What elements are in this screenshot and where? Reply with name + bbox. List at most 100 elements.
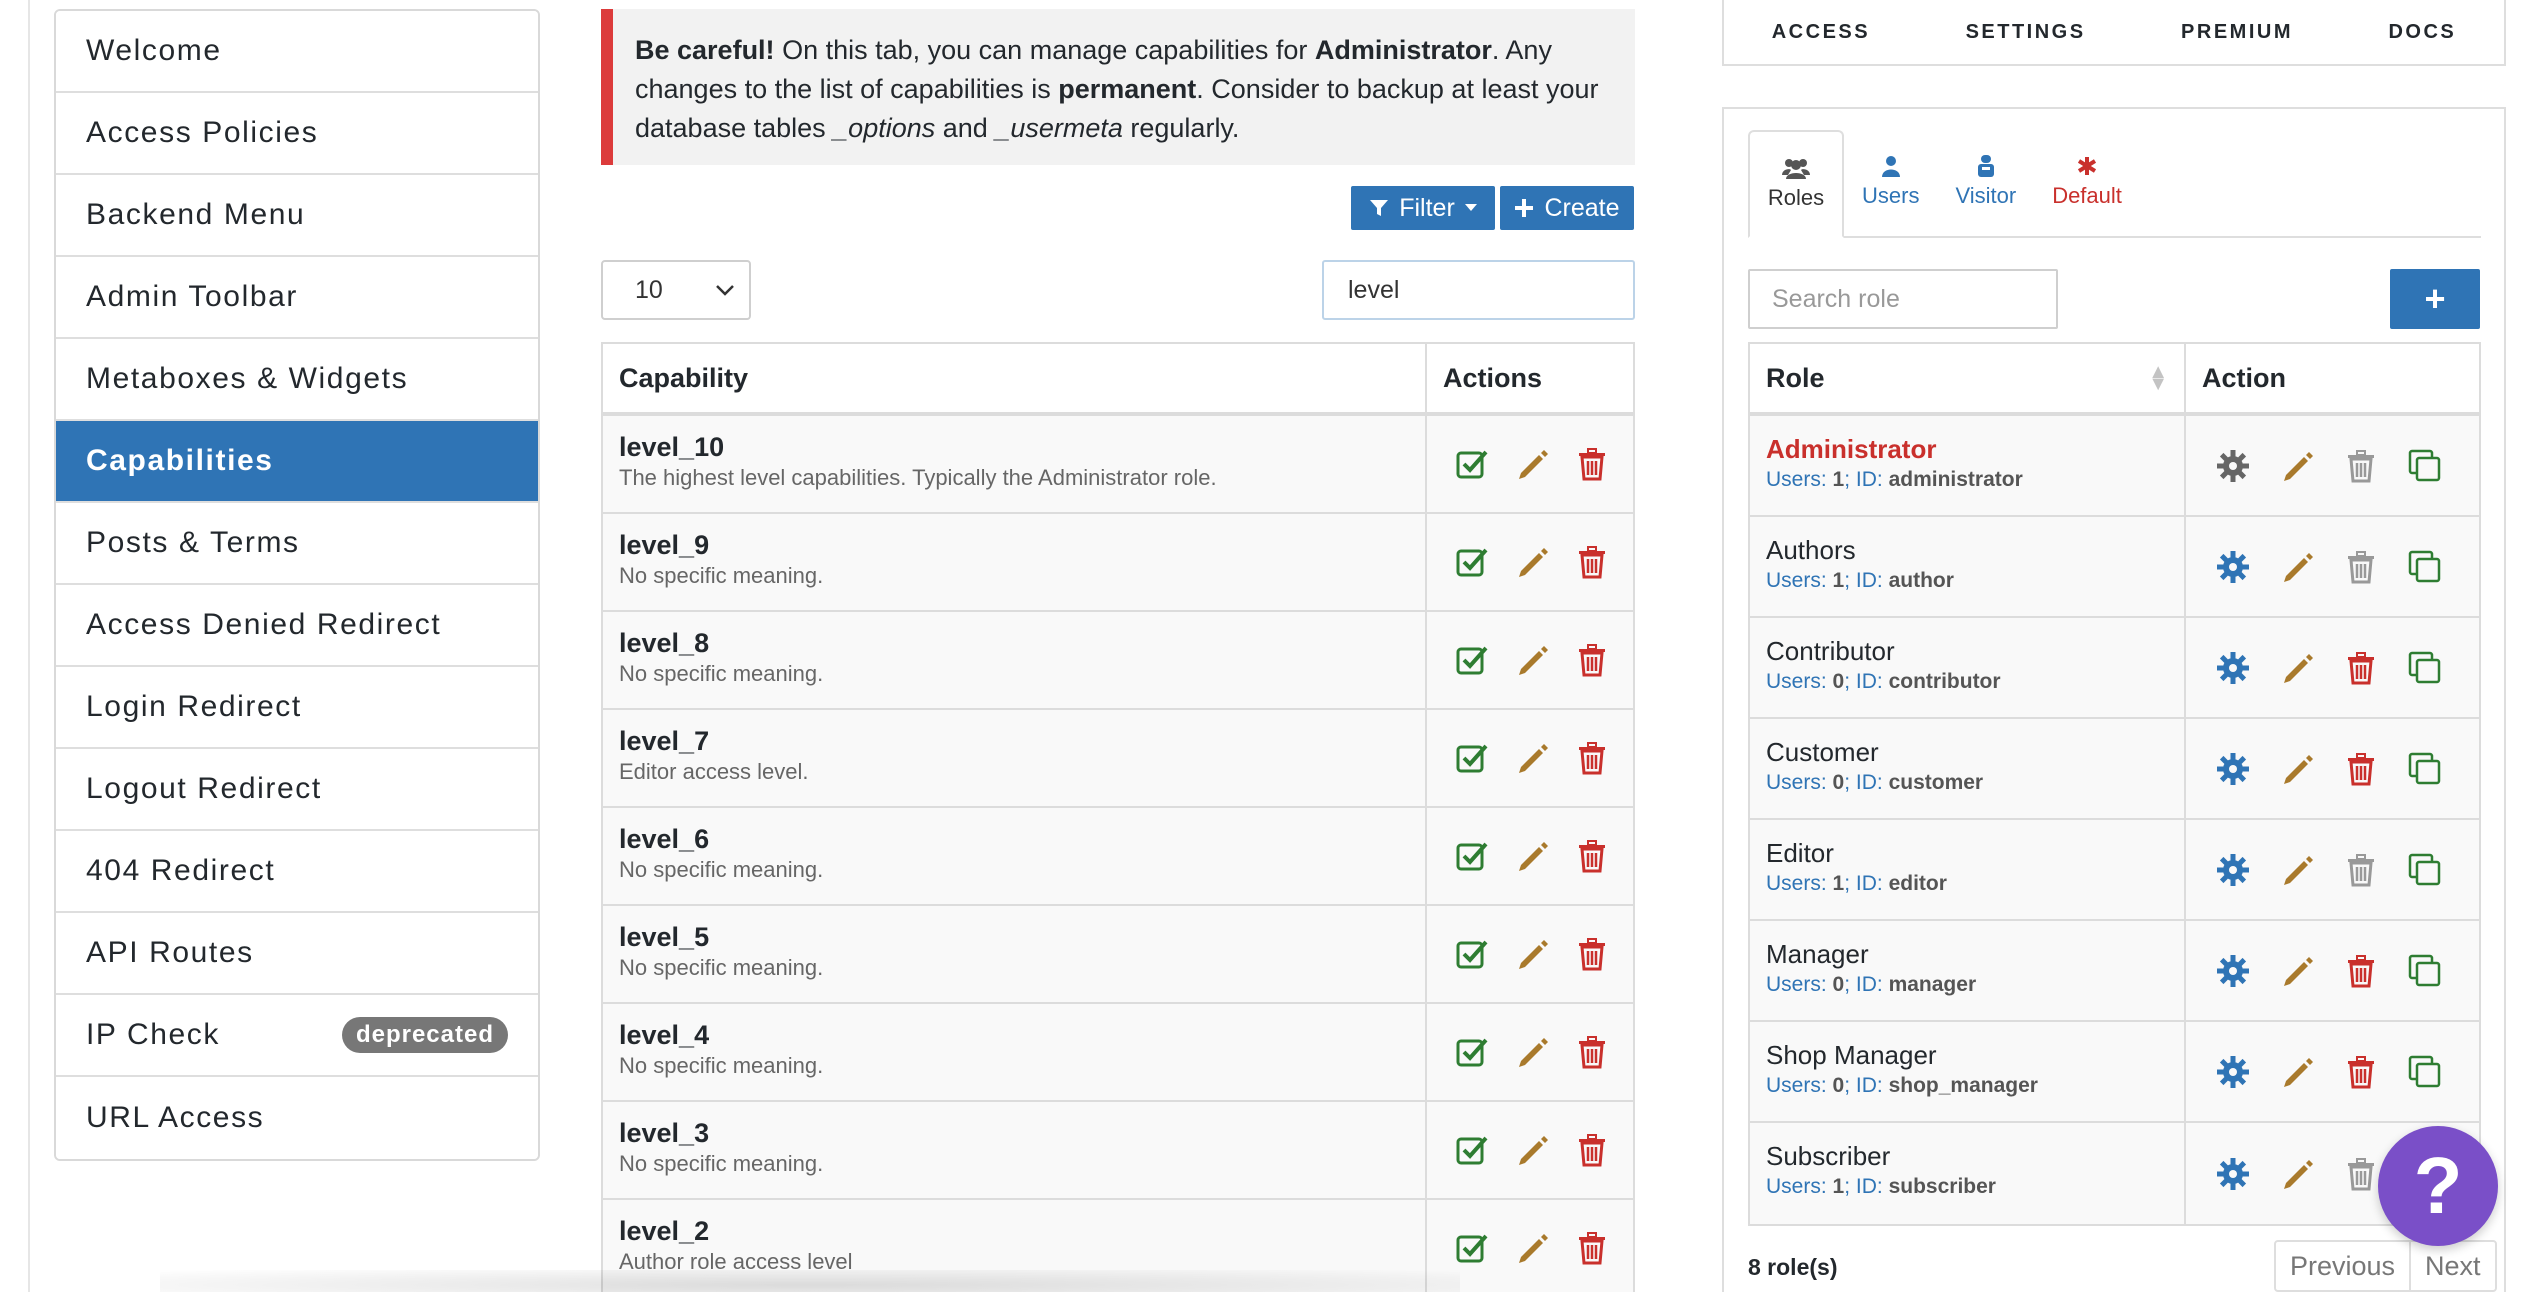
clone-icon[interactable] [2408, 853, 2442, 887]
create-button[interactable]: Create [1500, 186, 1634, 230]
pencil-icon[interactable] [2280, 1055, 2314, 1089]
nav-item-admin-toolbar[interactable]: Admin Toolbar [56, 257, 538, 339]
check-square-icon[interactable] [1455, 545, 1489, 579]
pencil-icon[interactable] [1515, 741, 1549, 775]
nav-item-url-access[interactable]: URL Access [56, 1077, 538, 1159]
tab-users[interactable]: Users [1844, 128, 1937, 236]
pencil-icon[interactable] [2280, 449, 2314, 483]
nav-item-capabilities[interactable]: Capabilities [56, 421, 538, 503]
nav-item-access-policies[interactable]: Access Policies [56, 93, 538, 175]
pencil-icon[interactable] [1515, 447, 1549, 481]
nav-item-welcome[interactable]: Welcome [56, 11, 538, 93]
trash-icon[interactable] [1575, 839, 1609, 873]
check-square-icon[interactable] [1455, 1035, 1489, 1069]
trash-icon[interactable] [2344, 1157, 2378, 1191]
menu-premium[interactable]: PREMIUM [2181, 21, 2293, 44]
tab-visitor[interactable]: Visitor [1937, 128, 2034, 236]
role-name: Editor [1766, 838, 1834, 868]
help-button[interactable]: ? [2378, 1126, 2498, 1246]
tab-roles[interactable]: Roles [1748, 130, 1844, 238]
check-square-icon[interactable] [1455, 937, 1489, 971]
gear-icon[interactable] [2216, 1055, 2250, 1089]
trash-icon[interactable] [2344, 752, 2378, 786]
trash-icon[interactable] [2344, 853, 2378, 887]
clone-icon[interactable] [2408, 550, 2442, 584]
previous-button[interactable]: Previous [2276, 1242, 2409, 1290]
trash-icon[interactable] [1575, 1231, 1609, 1265]
nav-item-access-denied-redirect[interactable]: Access Denied Redirect [56, 585, 538, 667]
check-square-icon[interactable] [1455, 741, 1489, 775]
check-square-icon[interactable] [1455, 839, 1489, 873]
nav-item-backend-menu[interactable]: Backend Menu [56, 175, 538, 257]
gear-icon[interactable] [2216, 550, 2250, 584]
check-square-icon[interactable] [1455, 1133, 1489, 1167]
nav-item-ip-check[interactable]: IP Check deprecated [56, 995, 538, 1077]
trash-icon[interactable] [2344, 651, 2378, 685]
check-square-icon[interactable] [1455, 643, 1489, 677]
tab-default[interactable]: Default [2034, 128, 2140, 236]
pencil-icon[interactable] [2280, 853, 2314, 887]
gear-icon[interactable] [2216, 954, 2250, 988]
add-role-button[interactable]: + [2390, 269, 2480, 329]
next-button[interactable]: Next [2409, 1242, 2495, 1290]
check-square-icon[interactable] [1455, 447, 1489, 481]
trash-icon[interactable] [1575, 643, 1609, 677]
menu-docs[interactable]: DOCS [2388, 21, 2456, 44]
role-name: Customer [1766, 737, 1879, 767]
pencil-icon[interactable] [2280, 1157, 2314, 1191]
trash-icon[interactable] [1575, 741, 1609, 775]
table-row: level_8 No specific meaning. [603, 612, 1633, 710]
trash-icon[interactable] [1575, 545, 1609, 579]
trash-icon[interactable] [1575, 1035, 1609, 1069]
gear-icon[interactable] [2216, 752, 2250, 786]
check-square-icon[interactable] [1455, 1231, 1489, 1265]
trash-icon[interactable] [2344, 1055, 2378, 1089]
pencil-icon[interactable] [2280, 752, 2314, 786]
trash-icon[interactable] [1575, 937, 1609, 971]
pencil-icon[interactable] [1515, 643, 1549, 677]
plus-icon [1515, 199, 1534, 217]
pencil-icon[interactable] [1515, 1231, 1549, 1265]
clone-icon[interactable] [2408, 1055, 2442, 1089]
clone-icon[interactable] [2408, 954, 2442, 988]
role-search-input[interactable] [1748, 269, 2058, 329]
filter-button[interactable]: Filter [1351, 186, 1495, 230]
clone-icon[interactable] [2408, 651, 2442, 685]
gear-icon[interactable] [2216, 449, 2250, 483]
trash-icon[interactable] [2344, 550, 2378, 584]
nav-item-metaboxes-widgets[interactable]: Metaboxes & Widgets [56, 339, 538, 421]
trash-icon[interactable] [1575, 447, 1609, 481]
pencil-icon[interactable] [2280, 550, 2314, 584]
gear-icon[interactable] [2216, 853, 2250, 887]
page-size-select[interactable]: 10 [601, 260, 751, 320]
nav-item-404-redirect[interactable]: 404 Redirect [56, 831, 538, 913]
pencil-icon[interactable] [1515, 1133, 1549, 1167]
clone-icon[interactable] [2408, 752, 2442, 786]
pencil-icon[interactable] [2280, 651, 2314, 685]
gear-icon[interactable] [2216, 1157, 2250, 1191]
nav-item-login-redirect[interactable]: Login Redirect [56, 667, 538, 749]
pencil-icon[interactable] [1515, 937, 1549, 971]
role-id: editor [1888, 872, 1947, 895]
trash-icon[interactable] [2344, 449, 2378, 483]
pencil-icon[interactable] [1515, 839, 1549, 873]
pencil-icon[interactable] [2280, 954, 2314, 988]
action-cell [2186, 416, 2479, 515]
plus-icon: + [2424, 278, 2446, 319]
nav-item-api-routes[interactable]: API Routes [56, 913, 538, 995]
menu-access[interactable]: ACCESS [1772, 21, 1870, 44]
trash-icon[interactable] [1575, 1133, 1609, 1167]
nav-item-posts-terms[interactable]: Posts & Terms [56, 503, 538, 585]
capability-search-input[interactable]: level [1322, 260, 1635, 320]
menu-settings[interactable]: SETTINGS [1966, 21, 2086, 44]
capability-column-header[interactable]: Capability [603, 344, 1427, 412]
pencil-icon[interactable] [1515, 1035, 1549, 1069]
capability-description: No specific meaning. [619, 955, 824, 980]
role-column-header[interactable]: Role ▲ ▼ [1750, 344, 2186, 412]
clone-icon[interactable] [2408, 449, 2442, 483]
nav-item-logout-redirect[interactable]: Logout Redirect [56, 749, 538, 831]
pencil-icon[interactable] [1515, 545, 1549, 579]
trash-icon[interactable] [2344, 954, 2378, 988]
gear-icon[interactable] [2216, 651, 2250, 685]
visitor-icon [1977, 155, 1994, 177]
